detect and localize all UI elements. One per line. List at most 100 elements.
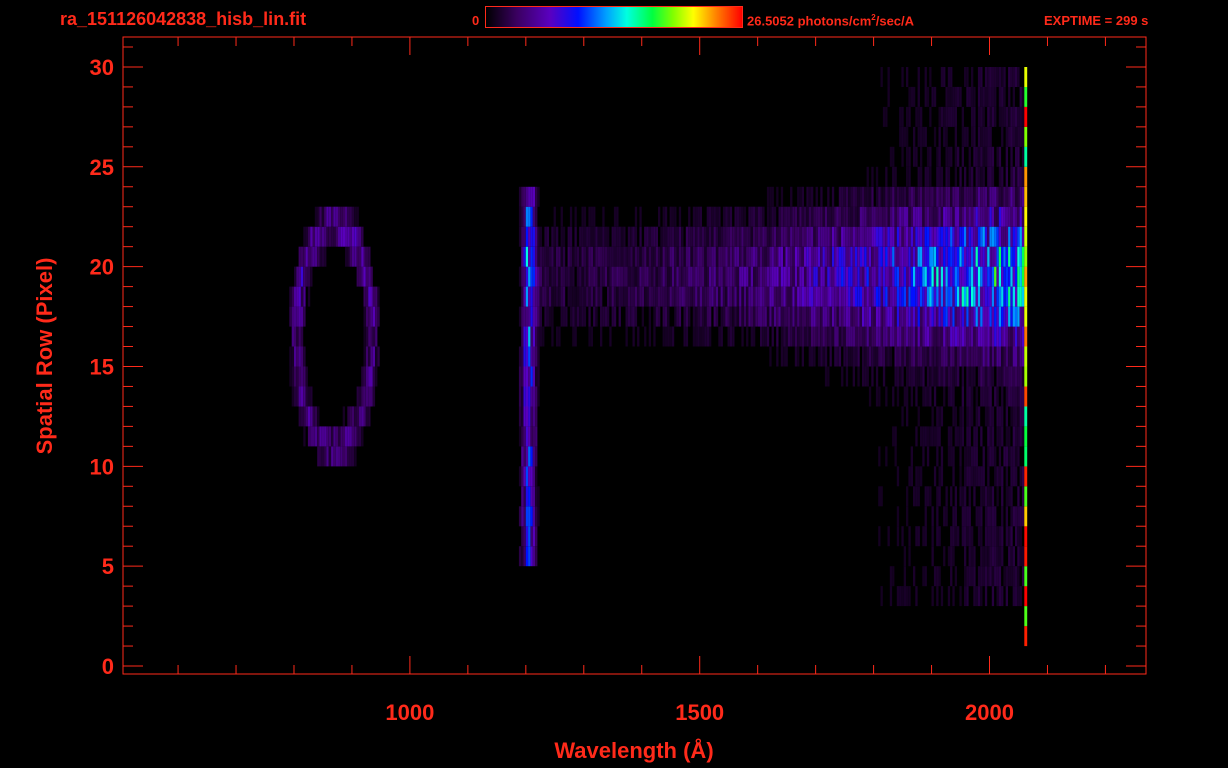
heatmap-cell — [787, 326, 791, 347]
heatmap-cell — [518, 346, 522, 367]
heatmap-cell — [868, 206, 872, 227]
heatmap-cell — [929, 326, 932, 347]
heatmap-cell — [848, 326, 851, 347]
heatmap-cell — [991, 326, 995, 347]
heatmap-cell — [741, 306, 744, 327]
heatmap-cell — [783, 226, 786, 247]
heatmap-cell — [894, 366, 897, 387]
heatmap-cell — [542, 286, 545, 307]
heatmap-cell — [966, 346, 969, 367]
heatmap-cell — [982, 366, 985, 387]
heatmap-cell — [922, 566, 925, 587]
heatmap-cell — [1022, 246, 1025, 267]
heatmap-cell — [375, 366, 378, 387]
heatmap-cell — [537, 226, 540, 247]
heatmap-cell — [908, 346, 911, 367]
heatmap-cell — [704, 306, 707, 327]
heatmap-cell — [757, 246, 760, 267]
heatmap-cell — [535, 486, 538, 507]
heatmap-cell — [298, 326, 301, 347]
heatmap-cell — [1015, 286, 1018, 307]
heatmap-cell — [660, 286, 663, 307]
heatmap-cell — [349, 226, 352, 247]
heatmap-cell — [875, 306, 879, 327]
heatmap-cell — [729, 206, 733, 227]
heatmap-cell — [864, 226, 867, 247]
heatmap-cell — [523, 446, 526, 467]
heatmap-cell — [525, 266, 529, 287]
heatmap-cell — [662, 206, 665, 227]
heatmap-cell — [1003, 67, 1006, 87]
heatmap-cell — [699, 226, 702, 247]
detector-edge-cell — [1024, 566, 1028, 587]
heatmap-cell — [984, 326, 988, 347]
heatmap-cell — [365, 266, 369, 287]
heatmap-cell — [933, 426, 937, 447]
heatmap-cell — [539, 326, 542, 347]
heatmap-cell — [966, 286, 969, 307]
heatmap-cell — [887, 86, 890, 107]
heatmap-cell — [1008, 546, 1011, 567]
detector-edge-cell — [1024, 186, 1028, 207]
heatmap-cell — [852, 186, 855, 207]
heatmap-cell — [931, 226, 934, 247]
heatmap-cell — [998, 406, 1002, 427]
heatmap-cell — [977, 106, 981, 127]
heatmap-cell — [760, 206, 763, 227]
heatmap-cell — [556, 266, 559, 287]
heatmap-cell — [641, 286, 644, 307]
heatmap-cell — [532, 546, 536, 567]
heatmap-cell — [1019, 526, 1022, 547]
heatmap-cell — [530, 246, 533, 267]
heatmap-cell — [875, 286, 879, 307]
heatmap-cell — [875, 246, 879, 267]
heatmap-cell — [1010, 266, 1013, 287]
heatmap-cell — [704, 266, 707, 287]
heatmap-cell — [669, 286, 672, 307]
heatmap-cell — [964, 446, 967, 467]
heatmap-cell — [811, 226, 814, 247]
heatmap-cell — [746, 306, 749, 327]
heatmap-cell — [518, 186, 522, 207]
heatmap-cell — [843, 306, 846, 327]
heatmap-cell — [968, 166, 971, 187]
heatmap-cell — [729, 266, 733, 287]
y-tick-label: 10 — [90, 454, 114, 479]
heatmap-cell — [991, 446, 995, 467]
heatmap-cell — [827, 206, 830, 227]
heatmap-cell — [300, 366, 304, 387]
heatmap-cell — [1012, 406, 1015, 427]
heatmap-cell — [834, 346, 837, 367]
heatmap-cell — [637, 246, 640, 267]
heatmap-cell — [957, 306, 960, 327]
heatmap-cell — [535, 526, 538, 547]
heatmap-cell — [836, 246, 839, 267]
heatmap-cell — [324, 446, 327, 467]
heatmap-cell — [931, 366, 934, 387]
heatmap-cell — [523, 246, 526, 267]
heatmap-cell — [817, 206, 821, 227]
detector-edge-cell — [1024, 426, 1028, 447]
heatmap-cell — [743, 206, 747, 227]
heatmap-cell — [984, 126, 988, 147]
heatmap-cell — [940, 366, 944, 387]
heatmap-cell — [908, 146, 911, 167]
heatmap-cell — [971, 546, 974, 567]
heatmap-cell — [906, 326, 909, 347]
heatmap-cell — [938, 206, 941, 227]
heatmap-cell — [560, 286, 563, 307]
heatmap-cell — [894, 326, 897, 347]
heatmap-cell — [535, 386, 538, 407]
heatmap-cell — [892, 426, 895, 447]
heatmap-cell — [523, 186, 526, 207]
heatmap-cell — [1001, 366, 1004, 387]
heatmap-cell — [929, 486, 932, 507]
heatmap-cell — [836, 346, 839, 367]
heatmap-cell — [875, 266, 879, 287]
heatmap-cell — [866, 286, 869, 307]
heatmap-cell — [715, 206, 719, 227]
x-tick-label: 2000 — [965, 700, 1014, 725]
heatmap-cell — [850, 266, 853, 287]
heatmap-cell — [950, 526, 953, 547]
heatmap-cell — [760, 246, 763, 267]
